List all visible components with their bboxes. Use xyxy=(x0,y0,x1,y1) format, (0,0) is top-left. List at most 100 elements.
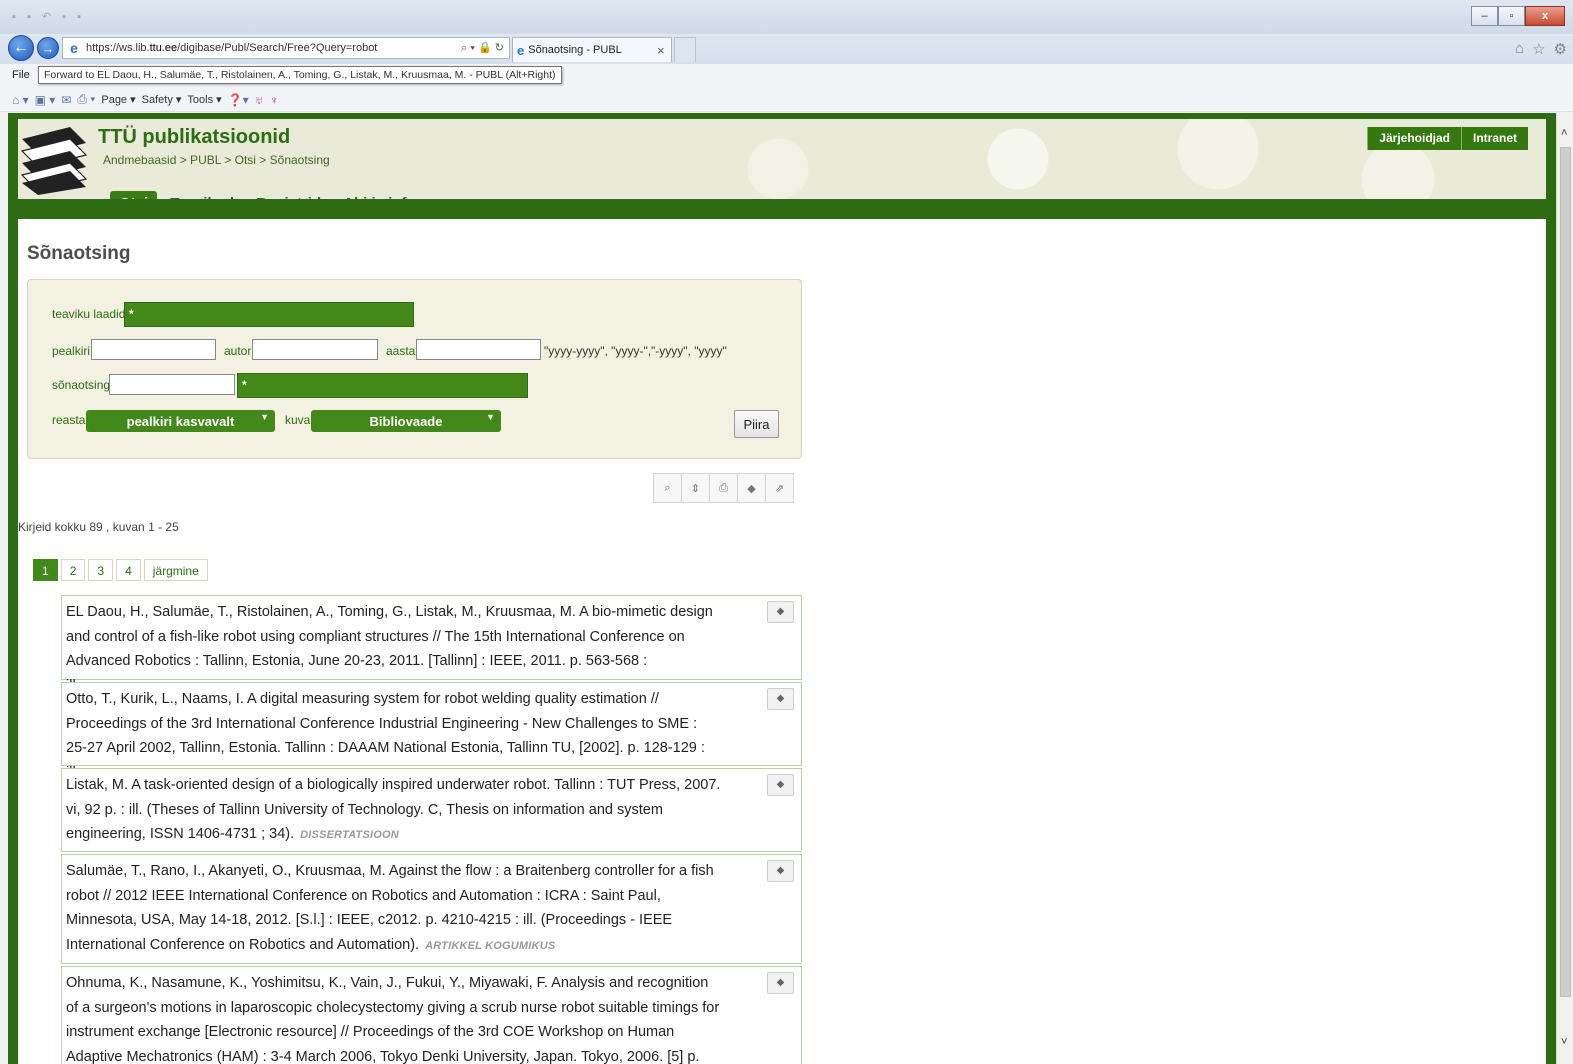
feeds-icon[interactable]: ▣ ▾ xyxy=(35,93,56,107)
restore-icon[interactable]: ▫ xyxy=(1498,6,1525,26)
page-next[interactable]: järgmine xyxy=(143,559,208,581)
vertical-scrollbar[interactable]: ˄ ˅ xyxy=(1556,113,1573,1064)
record-text[interactable]: Salumäe, T., Rano, I., Akanyeti, O., Kru… xyxy=(66,863,714,953)
browser-navbar: ← → e https://ws.lib.ttu.ee/digibase/Pub… xyxy=(0,34,1573,64)
addon-icon[interactable]: ♅ xyxy=(255,93,264,107)
list-item[interactable]: Ohnuma, K., Nasamune, K., Yoshimitsu, K.… xyxy=(61,966,802,1064)
main-nav-tabs: Otsi Teavikud Registrid Abi ja info xyxy=(110,191,425,199)
page-title: Sõnaotsing xyxy=(27,243,131,264)
list-item[interactable]: Listak, M. A task-oriented design of a b… xyxy=(61,768,802,852)
header-links: Järjehoidjad Intranet xyxy=(1367,127,1528,150)
list-item[interactable]: EL Daou, H., Salumäe, T., Ristolainen, A… xyxy=(61,595,802,694)
main-content: Sõnaotsing teaviku laadid * pealkiri aut… xyxy=(18,219,1546,1064)
menu-bar: File Forward to EL Daou, H., Salumäe, T.… xyxy=(0,64,1573,88)
tab-label: Sõnaotsing - PUBL xyxy=(528,44,622,56)
label-pealkiri: pealkiri xyxy=(52,344,91,358)
address-url[interactable]: https://ws.lib.ttu.ee/digibase/Publ/Sear… xyxy=(86,42,449,54)
reasta-select[interactable]: pealkiri kasvavalt ▼ xyxy=(86,410,275,432)
window-titlebar: ▪ ▪ ↶ ▪ ▪ – ▫ x xyxy=(0,0,1573,34)
reasta-selected: pealkiri kasvavalt xyxy=(126,413,235,429)
page-2[interactable]: 2 xyxy=(60,559,86,581)
kuva-select[interactable]: Bibliovaade ▼ xyxy=(311,410,501,432)
tag-icon[interactable]: ◆ xyxy=(767,972,794,994)
print-icon[interactable]: ⎙ ▾ xyxy=(77,92,95,107)
gear-icon[interactable]: ⚙ xyxy=(1554,40,1567,58)
forward-tooltip: Forward to EL Daou, H., Salumäe, T., Ris… xyxy=(38,66,562,84)
site-title[interactable]: TTÜ publikatsioonid xyxy=(98,126,290,149)
pealkiri-input[interactable] xyxy=(91,339,216,360)
tag-icon[interactable]: ◆ xyxy=(767,601,794,623)
record-text[interactable]: Ohnuma, K., Nasamune, K., Yoshimitsu, K.… xyxy=(66,975,719,1064)
tag-icon[interactable]: ◆ xyxy=(737,473,766,503)
tag-icon[interactable]: ◆ xyxy=(767,774,794,796)
list-item[interactable]: Salumäe, T., Rano, I., Akanyeti, O., Kru… xyxy=(61,854,802,964)
tab-abi-ja-info[interactable]: Abi ja info xyxy=(334,191,425,199)
tag-icon[interactable]: ◆ xyxy=(767,688,794,710)
command-bar: ⌂ ▾ ▣ ▾ ✉ ⎙ ▾ Page ▾ Safety ▾ Tools ▾ ❓▾… xyxy=(0,88,1573,112)
research-icon[interactable]: ♆ xyxy=(270,93,279,107)
sonaotsing-input[interactable] xyxy=(109,374,235,395)
favorites-star-icon[interactable]: ☆ xyxy=(1532,40,1545,58)
page-3[interactable]: 3 xyxy=(88,559,114,581)
back-button[interactable]: ← xyxy=(8,35,34,61)
sort-icon[interactable]: ⇕ xyxy=(681,473,710,503)
page-viewport: TTÜ publikatsioonid Andmebaasid > PUBL >… xyxy=(8,113,1556,1064)
intranet-link[interactable]: Intranet xyxy=(1460,127,1528,150)
tag-icon[interactable]: ◆ xyxy=(767,860,794,882)
search-form: teaviku laadid * pealkiri autor aasta "y… xyxy=(27,279,802,459)
list-item[interactable]: Otto, T., Kurik, L., Naams, I. A digital… xyxy=(61,682,802,781)
ie-icon: e xyxy=(70,40,78,56)
new-tab-button[interactable] xyxy=(674,37,696,62)
scroll-up-icon[interactable]: ˄ xyxy=(1561,127,1567,139)
home-icon[interactable]: ⌂ xyxy=(1515,40,1524,58)
aasta-format-hint: "yyyy-yyyy", "yyyy-","-yyyy", "yyyy" xyxy=(544,344,727,358)
scroll-down-icon[interactable]: ˅ xyxy=(1561,1036,1567,1048)
close-icon[interactable]: x xyxy=(1525,6,1565,26)
forward-button[interactable]: → xyxy=(37,37,59,59)
piira-button[interactable]: Piira xyxy=(734,410,779,438)
page-1[interactable]: 1 xyxy=(33,559,58,581)
tab-registrid[interactable]: Registrid xyxy=(247,191,331,199)
tools-menu[interactable]: Tools ▾ xyxy=(187,93,221,106)
help-icon[interactable]: ❓▾ xyxy=(228,93,249,107)
label-teaviku-laadid: teaviku laadid xyxy=(52,307,126,321)
mail-icon[interactable]: ✉ xyxy=(61,93,71,107)
autor-input[interactable] xyxy=(252,339,378,360)
home-icon[interactable]: ⌂ ▾ xyxy=(12,93,29,107)
address-tools[interactable]: ⌕ ▾ 🔒 ↻ xyxy=(449,41,509,55)
kuva-selected: Bibliovaade xyxy=(369,413,443,429)
tab-otsi[interactable]: Otsi xyxy=(110,191,158,199)
chevron-down-icon: ▼ xyxy=(260,412,269,422)
result-tools: ⌕ ⇕ ⎙ ◆ ⇗ xyxy=(653,473,794,503)
tab-close-icon[interactable]: × xyxy=(657,43,671,58)
label-autor: autor xyxy=(224,344,252,358)
minimize-icon[interactable]: – xyxy=(1471,6,1498,26)
tab-teavikud[interactable]: Teavikud xyxy=(161,191,244,199)
page-4[interactable]: 4 xyxy=(116,559,141,581)
site-header: TTÜ publikatsioonid Andmebaasid > PUBL >… xyxy=(18,119,1546,199)
ttu-logo-icon xyxy=(20,127,88,195)
page-menu[interactable]: Page ▾ xyxy=(101,93,135,106)
record-type: DISSERTATSIOON xyxy=(300,829,399,841)
teaviku-laadid-field[interactable]: * xyxy=(124,302,414,327)
scroll-thumb[interactable] xyxy=(1560,147,1571,997)
search-icon[interactable]: ⌕ xyxy=(653,473,682,503)
label-reasta: reasta xyxy=(52,413,86,427)
address-bar[interactable]: e https://ws.lib.ttu.ee/digibase/Publ/Se… xyxy=(62,37,510,59)
safety-menu[interactable]: Safety ▾ xyxy=(142,93,182,106)
bookmarks-link[interactable]: Järjehoidjad xyxy=(1367,127,1461,150)
chevron-down-icon: ▼ xyxy=(486,412,495,422)
browser-tab[interactable]: e Sõnaotsing - PUBL × xyxy=(512,37,672,62)
ie-icon: e xyxy=(517,42,525,58)
sonaotsing-field[interactable]: * xyxy=(237,373,528,398)
aasta-input[interactable] xyxy=(416,339,541,360)
menu-file[interactable]: File xyxy=(12,69,30,81)
print-icon[interactable]: ⎙ xyxy=(709,473,738,503)
label-sonaotsing: sõnaotsing xyxy=(52,378,111,392)
breadcrumb[interactable]: Andmebaasid > PUBL > Otsi > Sõnaotsing xyxy=(103,153,330,167)
pagination: 1 2 3 4 järgmine xyxy=(33,559,208,581)
window-controls: – ▫ x xyxy=(1471,6,1565,26)
result-count: Kirjeid kokku 89 , kuvan 1 - 25 xyxy=(18,520,179,534)
export-icon[interactable]: ⇗ xyxy=(765,473,794,503)
label-aasta: aasta xyxy=(386,344,416,358)
